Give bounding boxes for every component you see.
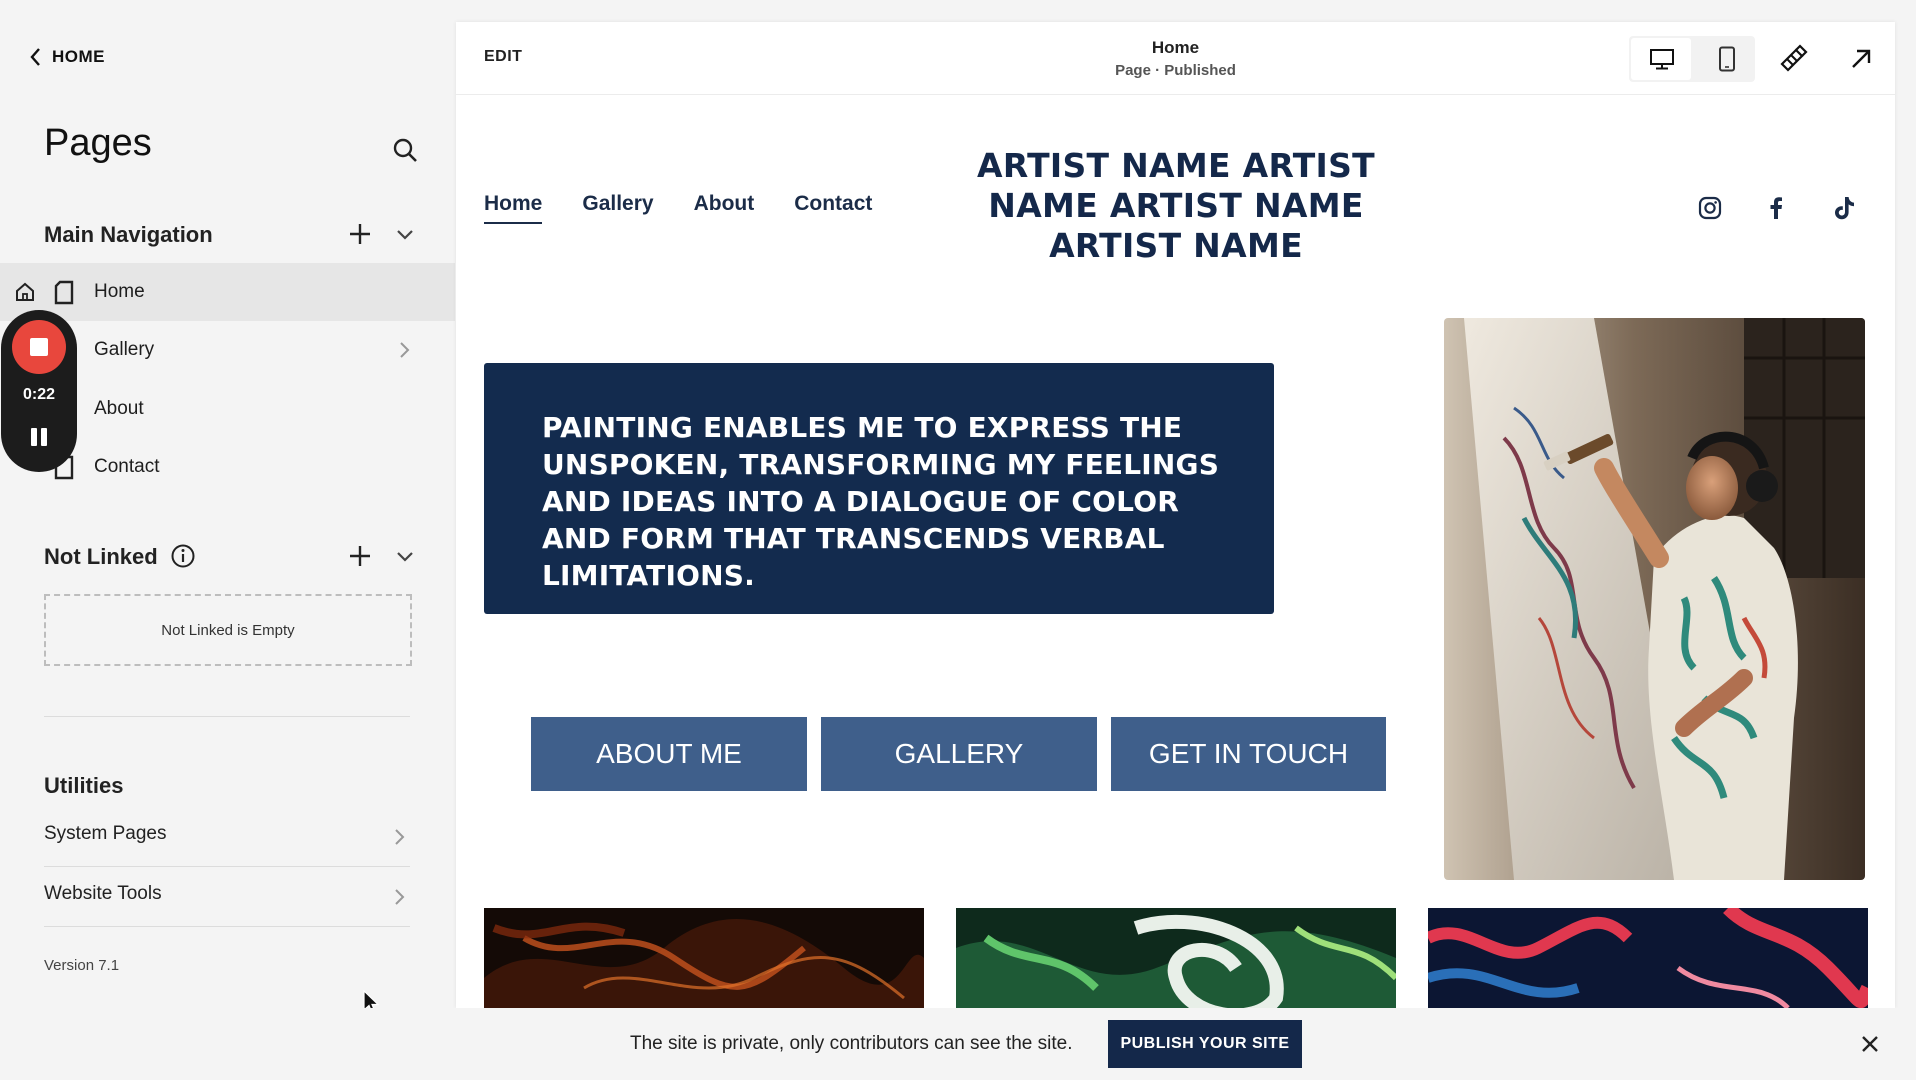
page-icon (54, 280, 74, 305)
main-navigation-heading: Main Navigation (44, 222, 213, 247)
utilities-heading: Utilities (44, 773, 124, 798)
nav-item-label: About (94, 398, 144, 419)
site-preview-frame: EDIT Home Page · Published Home Gallery … (456, 22, 1895, 1008)
utility-system-pages[interactable]: System Pages (44, 823, 406, 853)
site-nav-contact[interactable]: Contact (794, 192, 872, 224)
privacy-banner: The site is private, only contributors c… (0, 1008, 1916, 1080)
info-icon[interactable] (170, 543, 196, 569)
gallery-button[interactable]: GALLERY (821, 717, 1097, 791)
quote-text: PAINTING ENABLES ME TO EXPRESS THE UNSPO… (542, 411, 1220, 592)
edit-button[interactable]: EDIT (484, 48, 522, 66)
thumb-art (956, 908, 1396, 1008)
close-icon[interactable] (1860, 1034, 1880, 1054)
gallery-thumb-red-blue (1428, 908, 1868, 1008)
quote-block: PAINTING ENABLES ME TO EXPRESS THE UNSPO… (484, 363, 1274, 614)
chevron-down-icon[interactable] (394, 223, 416, 245)
stop-recording-button[interactable] (12, 320, 66, 374)
utility-label: System Pages (44, 823, 167, 844)
divider (44, 926, 410, 927)
add-page-plus-icon[interactable] (347, 543, 373, 569)
search-icon[interactable] (390, 135, 420, 165)
not-linked-empty-state: Not Linked is Empty (44, 594, 412, 666)
pause-icon[interactable] (29, 426, 49, 448)
recording-timer: 0:22 (22, 386, 56, 403)
chevron-left-icon (30, 48, 40, 66)
not-linked-heading: Not Linked (44, 544, 158, 569)
divider (44, 866, 410, 867)
site-nav-about[interactable]: About (694, 192, 755, 224)
tiktok-icon[interactable] (1829, 194, 1857, 222)
nav-item-home[interactable]: Home (0, 263, 455, 321)
mobile-view-button[interactable] (1703, 38, 1753, 80)
back-home-label: HOME (52, 47, 105, 66)
chevron-right-icon (395, 829, 405, 845)
pages-panel: HOME Pages Main Navigation Home Gallery … (0, 0, 455, 1015)
version-label: Version 7.1 (44, 957, 120, 974)
chevron-down-icon[interactable] (394, 545, 416, 567)
desktop-icon (1650, 49, 1674, 70)
nav-item-label: Contact (94, 456, 160, 477)
site-styles-brush-icon[interactable] (1778, 44, 1808, 74)
gallery-thumb-green-marble (956, 908, 1396, 1008)
open-external-arrow-icon[interactable] (1846, 44, 1876, 74)
preview-toolbar: EDIT Home Page · Published (456, 22, 1895, 95)
mobile-icon (1719, 46, 1735, 72)
site-nav-gallery[interactable]: Gallery (582, 192, 653, 224)
get-in-touch-button[interactable]: GET IN TOUCH (1111, 717, 1386, 791)
site-navigation: Home Gallery About Contact (484, 192, 872, 224)
screen-recorder-widget: 0:22 (1, 310, 77, 472)
about-me-button[interactable]: ABOUT ME (531, 717, 807, 791)
site-title: ARTIST NAME ARTIST NAME ARTIST NAME ARTI… (977, 146, 1375, 265)
nav-item-label: Gallery (94, 339, 155, 360)
painter-image-art (1444, 318, 1865, 880)
thumb-art (1428, 908, 1868, 1008)
gallery-thumb-orange-smoke (484, 908, 924, 1008)
nav-item-label: Home (94, 281, 145, 302)
device-toggle (1629, 36, 1755, 82)
chevron-right-icon (395, 889, 405, 905)
instagram-icon[interactable] (1696, 194, 1724, 222)
add-page-plus-icon[interactable] (347, 221, 373, 247)
empty-state-text: Not Linked is Empty (161, 621, 295, 639)
chevron-right-icon (400, 342, 410, 358)
publish-site-button[interactable]: PUBLISH YOUR SITE (1108, 1020, 1302, 1068)
site-nav-home[interactable]: Home (484, 192, 543, 224)
privacy-banner-text: The site is private, only contributors c… (630, 1033, 1073, 1054)
utility-website-tools[interactable]: Website Tools (44, 883, 406, 913)
facebook-icon[interactable] (1762, 194, 1790, 222)
panel-title: Pages (44, 122, 152, 164)
divider (44, 716, 410, 717)
thumb-art (484, 908, 924, 1008)
hero-painter-image (1444, 318, 1865, 880)
back-home-link[interactable]: HOME (28, 46, 105, 68)
utility-label: Website Tools (44, 883, 162, 904)
desktop-view-button[interactable] (1631, 38, 1691, 80)
home-icon (16, 282, 34, 301)
